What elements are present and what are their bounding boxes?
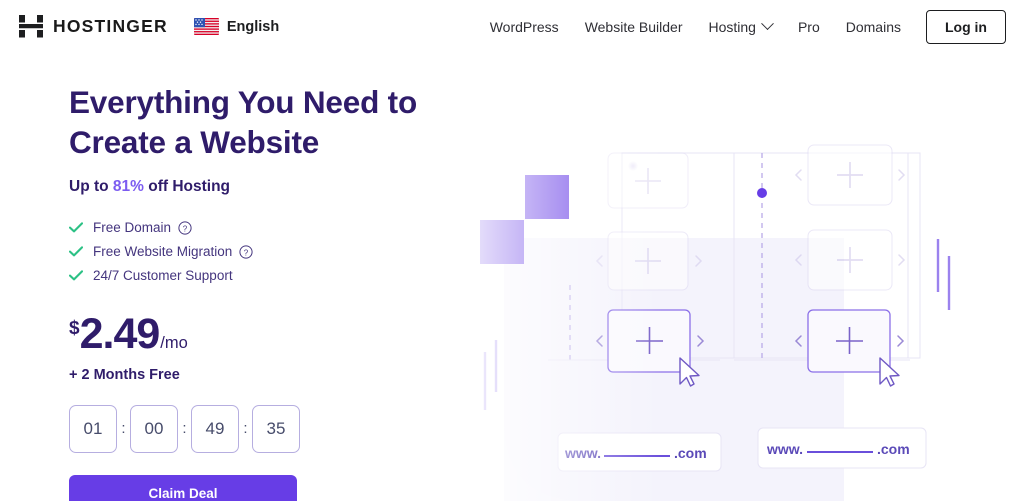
list-item: Free Website Migration ? (69, 242, 489, 262)
domain-suffix: .com (877, 441, 910, 457)
hostinger-landing-page: HOSTINGER English WordPress Website Buil… (0, 0, 1024, 501)
page-title-line1: Everything You Need to (69, 84, 417, 120)
nav-label: WordPress (489, 18, 559, 35)
hostinger-h-mark-icon (18, 14, 44, 39)
nav-label: Pro (797, 18, 820, 35)
nav-label: Domains (845, 18, 901, 35)
hero-content: Everything You Need to Create a Website … (69, 82, 489, 501)
guide-dot (757, 188, 767, 198)
check-icon (69, 270, 93, 281)
us-flag-icon (193, 18, 219, 35)
placeholder-card (794, 229, 906, 291)
nav-label: Website Builder (584, 18, 683, 35)
discount-percent: 81% (112, 177, 144, 195)
price-amount: 2.49 (79, 309, 161, 358)
illustration-svg: www. .com www. .com (440, 120, 1024, 501)
countdown-separator: : (243, 420, 248, 438)
svg-text:?: ? (183, 224, 188, 233)
nav-item-website-builder[interactable]: Website Builder (572, 13, 696, 41)
chevron-down-icon (761, 17, 774, 31)
list-item: 24/7 Customer Support (69, 266, 489, 286)
chevron-left-icon (794, 169, 802, 181)
countdown-days: 01 (69, 404, 117, 453)
feature-label: Free Website Migration (93, 244, 233, 260)
nav-item-hosting[interactable]: Hosting (695, 13, 784, 41)
price-currency: $ (69, 317, 80, 339)
domain-suffix: .com (674, 445, 707, 461)
info-icon[interactable]: ? (232, 245, 253, 259)
domain-input-field: www. .com (557, 432, 722, 472)
language-label: English (226, 18, 280, 35)
info-icon[interactable]: ? (171, 221, 192, 235)
brand-logo[interactable]: HOSTINGER (18, 14, 168, 39)
claim-deal-button[interactable]: Claim Deal (69, 474, 297, 501)
check-icon (69, 246, 93, 257)
nav-item-wordpress[interactable]: WordPress (477, 13, 572, 41)
placeholder-card (595, 231, 703, 291)
brand-wordmark: HOSTINGER (53, 16, 168, 36)
nav-label: Hosting (708, 18, 756, 35)
site-header: HOSTINGER English WordPress Website Buil… (0, 0, 1024, 53)
placeholder-card (607, 152, 689, 209)
countdown-timer: 01 : 00 : 49 : 35 (69, 404, 489, 453)
list-item: Free Domain ? (69, 218, 489, 238)
feature-list: Free Domain ? Free Website Migration ? 2… (69, 218, 489, 286)
feature-label: Free Domain (93, 220, 172, 236)
chevron-right-icon (898, 169, 906, 181)
price-display: $ 2.49 /mo (69, 310, 489, 359)
hero-illustration: www. .com www. .com (440, 120, 1024, 501)
page-title: Everything You Need to Create a Website (69, 82, 489, 163)
nav-item-pro[interactable]: Pro (785, 13, 833, 41)
page-title-line2: Create a Website (69, 124, 320, 161)
price-period: /mo (160, 333, 188, 352)
svg-text:?: ? (244, 248, 249, 257)
domain-input-field: www. .com (757, 427, 927, 469)
countdown-separator: : (121, 420, 126, 438)
nav-item-domains[interactable]: Domains (833, 13, 914, 41)
decor-square (525, 175, 569, 219)
subhead-prefix: Up to (69, 177, 113, 195)
countdown-seconds: 35 (252, 404, 300, 453)
price-bonus: + 2 Months Free (69, 366, 180, 383)
feature-label: 24/7 Customer Support (93, 268, 233, 284)
chevron-right-icon (898, 254, 906, 266)
countdown-separator: : (182, 420, 187, 438)
domain-prefix: www. (766, 441, 803, 457)
countdown-hours: 00 (130, 404, 178, 453)
login-button[interactable]: Log in (926, 9, 1006, 44)
placeholder-card (794, 144, 906, 206)
check-icon (69, 222, 93, 233)
language-selector[interactable]: English (193, 18, 280, 35)
main-navigation: WordPress Website Builder Hosting Pro Do… (477, 9, 1006, 44)
hero-subheading: Up to 81% off Hosting (69, 178, 489, 196)
domain-prefix: www. (564, 445, 601, 461)
subhead-suffix: off Hosting (143, 177, 231, 195)
chevron-right-icon (897, 335, 905, 347)
countdown-minutes: 49 (191, 404, 239, 453)
